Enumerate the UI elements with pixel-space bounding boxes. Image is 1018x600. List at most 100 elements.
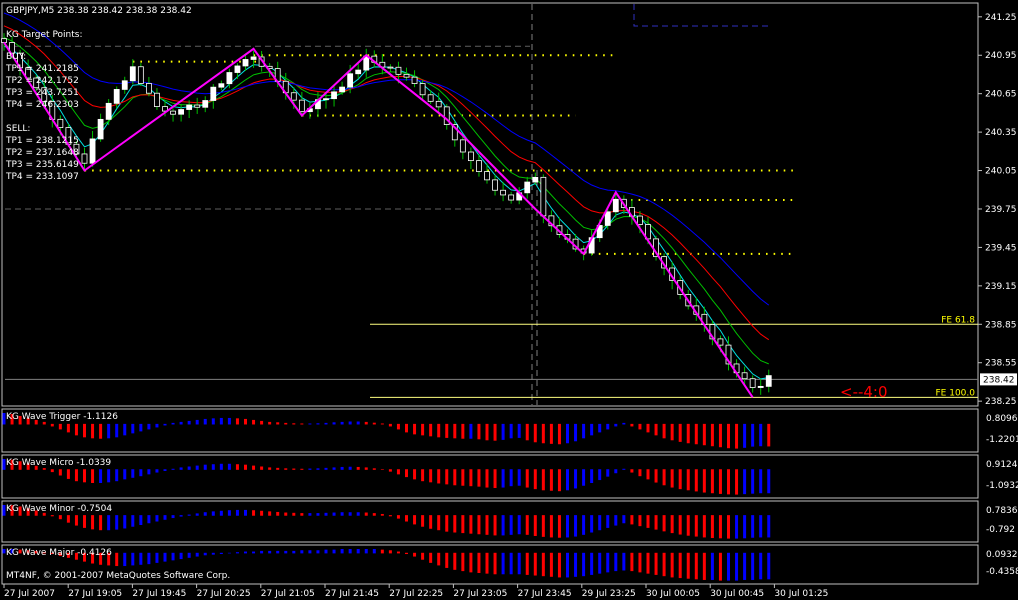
candle-body [323, 98, 329, 101]
candle-body [484, 171, 490, 181]
candle-body [89, 138, 96, 164]
wave-panel-min: -1.2201 [986, 435, 1018, 445]
price-tick-label: 238.85 [985, 320, 1017, 330]
time-tick-label: 29 Jul 23:25 [582, 589, 636, 599]
candle-body [121, 80, 128, 90]
wave-panel-max: 0.7836 [986, 506, 1018, 516]
candle-body [355, 69, 362, 75]
candle-body [604, 211, 611, 226]
candle-body [57, 118, 64, 129]
candle-body [226, 72, 233, 85]
price-tick-label: 239.45 [985, 243, 1017, 253]
candle-body [419, 83, 426, 96]
candle-body [476, 160, 482, 172]
candle-body [145, 83, 152, 94]
trading-chart[interactable]: FE 61.8 FE 100.0 241.25 240.95 240.65 240.35… [0, 0, 1018, 600]
candle-body [331, 91, 337, 100]
wave-panel-min: -0.4358 [986, 567, 1018, 577]
chart-header: GBPJPY,M5 238.38 238.42 238.38 238.42 [6, 6, 192, 16]
time-tick-label: 27 Jul 2007 [4, 589, 55, 599]
candle-body [339, 86, 346, 93]
time-tick-label: 30 Jul 01:25 [774, 589, 828, 599]
buy-tp3: TP3 = 243.7251 [5, 88, 79, 98]
price-tick-label: 240.95 [985, 51, 1017, 61]
candle-body [459, 139, 466, 153]
candle-body [524, 181, 531, 194]
price-tick-label: 239.75 [985, 205, 1017, 215]
target-points-title: KG Target Points: [6, 30, 83, 40]
candle-body [129, 66, 136, 82]
wave-panel-max: 0.9124 [986, 460, 1018, 470]
candle-body [170, 110, 176, 115]
candle-body [347, 73, 354, 88]
copyright-text: MT4NF, © 2001-2007 MetaQuotes Software C… [6, 571, 230, 581]
buy-tp2: TP2 = 242.1752 [5, 76, 79, 86]
candle-body [612, 198, 619, 213]
time-tick-label: 27 Jul 19:45 [132, 589, 186, 599]
candle-body [81, 153, 88, 164]
candle-body [532, 176, 539, 183]
candle-body [395, 66, 402, 75]
price-tick-label: 241.25 [985, 13, 1017, 23]
price-tick-label: 238.55 [985, 359, 1017, 369]
time-tick-label: 27 Jul 19:05 [68, 589, 122, 599]
time-tick-label: 30 Jul 00:45 [710, 589, 764, 599]
candle-body [757, 385, 764, 388]
wave-panel-title: KG Wave Micro -1.0339 [6, 458, 111, 468]
candle-body [210, 86, 217, 101]
candle-body [540, 176, 547, 217]
candle-body [403, 73, 410, 78]
candle-body [194, 104, 201, 108]
candle-body [492, 179, 498, 191]
sell-tp2: TP2 = 237.1648 [5, 148, 79, 158]
wave-panel-title: KG Wave Minor -0.7504 [6, 504, 112, 514]
candle-body [749, 378, 756, 388]
wave-panel-min: -0.792 [986, 525, 1015, 535]
candle-body [250, 56, 257, 60]
current-price-label: 238.42 [983, 375, 1015, 385]
price-tick-label: 238.25 [985, 397, 1017, 407]
time-tick-label: 27 Jul 22:25 [389, 589, 443, 599]
candle-body [178, 109, 185, 115]
time-tick-label: 27 Jul 23:05 [453, 589, 507, 599]
candle-body [186, 104, 193, 110]
time-tick-label: 27 Jul 20:25 [197, 589, 251, 599]
chart-background [0, 0, 1018, 600]
sell-tp4: TP4 = 233.1097 [5, 172, 79, 182]
wave-panel-title: KG Wave Major -0.4126 [6, 548, 112, 558]
wave-panel-min: -1.0932 [986, 481, 1018, 491]
candle-body [435, 100, 442, 108]
candle-body [218, 83, 225, 88]
sell-label: SELL: [6, 124, 30, 134]
time-tick-label: 30 Jul 00:05 [646, 589, 700, 599]
candle-body [508, 194, 515, 201]
buy-label: BUY: [6, 52, 26, 62]
candle-body [717, 338, 724, 346]
wave-panel-title: KG Wave Trigger -1.1126 [6, 412, 118, 422]
candle-body [363, 55, 370, 71]
price-tick-label: 239.15 [985, 282, 1017, 292]
candle-body [97, 118, 104, 140]
candle-body [411, 76, 418, 84]
candle-body [387, 66, 394, 69]
candle-body [202, 100, 209, 108]
wave-count-annotation: <--4:0 [840, 383, 888, 401]
wave-panel-max: 0.0932 [986, 550, 1018, 560]
candle-body [113, 89, 120, 104]
candle-body [427, 94, 434, 102]
candle-body [765, 375, 772, 387]
fib-label: FE 61.8 [941, 315, 975, 325]
candle-body [234, 65, 241, 73]
candle-body [137, 66, 144, 84]
fib-label: FE 100.0 [936, 388, 976, 398]
price-tick-label: 240.05 [985, 167, 1017, 177]
sell-tp1: TP1 = 238.1215 [5, 136, 79, 146]
candle-body [298, 99, 305, 113]
candle-body [467, 151, 474, 162]
time-tick-label: 27 Jul 21:45 [325, 589, 379, 599]
sell-tp3: TP3 = 235.6149 [5, 160, 79, 170]
time-tick-label: 27 Jul 23:45 [518, 589, 572, 599]
candle-body [242, 59, 249, 67]
candle-body [105, 102, 112, 120]
price-tick-label: 240.35 [985, 128, 1017, 138]
